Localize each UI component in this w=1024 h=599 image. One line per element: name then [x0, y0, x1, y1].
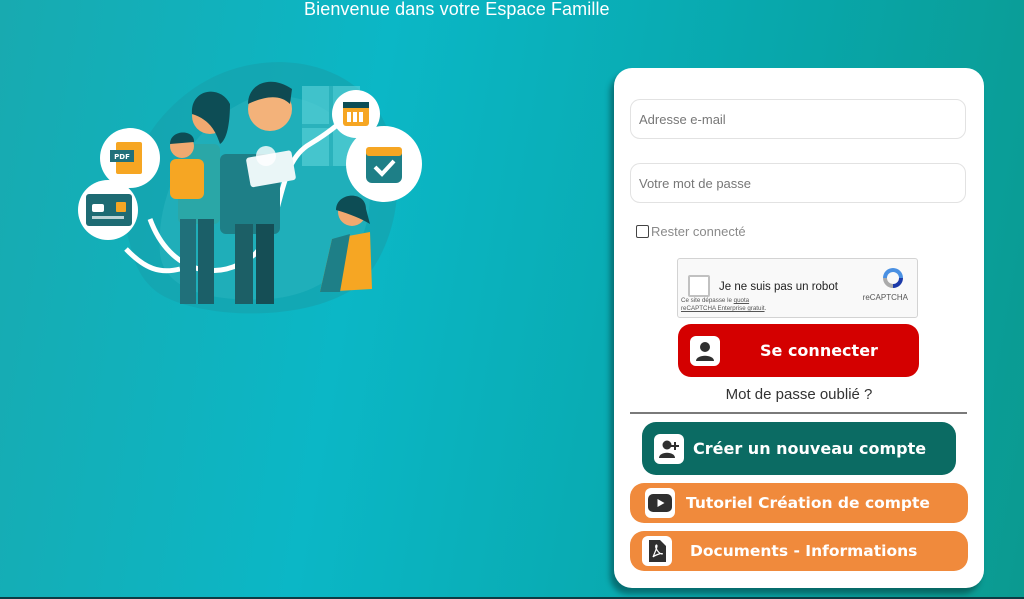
documents-label: Documents - Informations: [690, 542, 918, 560]
recaptcha-notice-suffix: .: [764, 305, 767, 312]
add-user-icon: [654, 433, 684, 464]
recaptcha-notice: Ce site dépasse le quota reCAPTCHA Enter…: [681, 297, 766, 313]
create-account-label: Créer un nouveau compte: [693, 439, 927, 458]
remember-checkbox[interactable]: [636, 225, 649, 238]
email-input[interactable]: [630, 99, 966, 139]
recaptcha-logo-icon: [883, 268, 903, 288]
tutorial-button[interactable]: Tutoriel Création de compte: [630, 483, 968, 523]
login-button[interactable]: Se connecter: [678, 324, 919, 377]
create-account-button[interactable]: Créer un nouveau compte: [642, 422, 956, 475]
documents-button[interactable]: Documents - Informations: [630, 531, 968, 571]
pdf-file-icon: [642, 536, 672, 566]
password-input[interactable]: [630, 163, 966, 203]
remember-me[interactable]: Rester connecté: [636, 224, 746, 239]
recaptcha-checkbox[interactable]: [688, 275, 710, 297]
recaptcha-widget: Je ne suis pas un robot Ce site dépasse …: [677, 258, 918, 318]
recaptcha-notice-prefix: Ce site dépasse le: [681, 297, 734, 304]
divider: [630, 412, 967, 414]
family-illustration: PDF: [78, 62, 422, 314]
welcome-title: Bienvenue dans votre Espace Famille: [304, 0, 610, 19]
recaptcha-enterprise-link[interactable]: reCAPTCHA Enterprise gratuit: [681, 305, 765, 312]
user-icon: [690, 335, 720, 366]
remember-label: Rester connecté: [651, 224, 746, 239]
youtube-icon: [645, 488, 675, 518]
recaptcha-brand: reCAPTCHA: [862, 293, 908, 302]
recaptcha-label: Je ne suis pas un robot: [719, 281, 838, 293]
tutorial-label: Tutoriel Création de compte: [686, 494, 930, 512]
login-card: Rester connecté Je ne suis pas un robot …: [614, 68, 984, 588]
pdf-label: PDF: [114, 153, 130, 161]
recaptcha-quota-link[interactable]: quota: [734, 297, 749, 304]
login-button-label: Se connecter: [760, 341, 878, 360]
forgot-password-link[interactable]: Mot de passe oublié ?: [614, 386, 984, 403]
